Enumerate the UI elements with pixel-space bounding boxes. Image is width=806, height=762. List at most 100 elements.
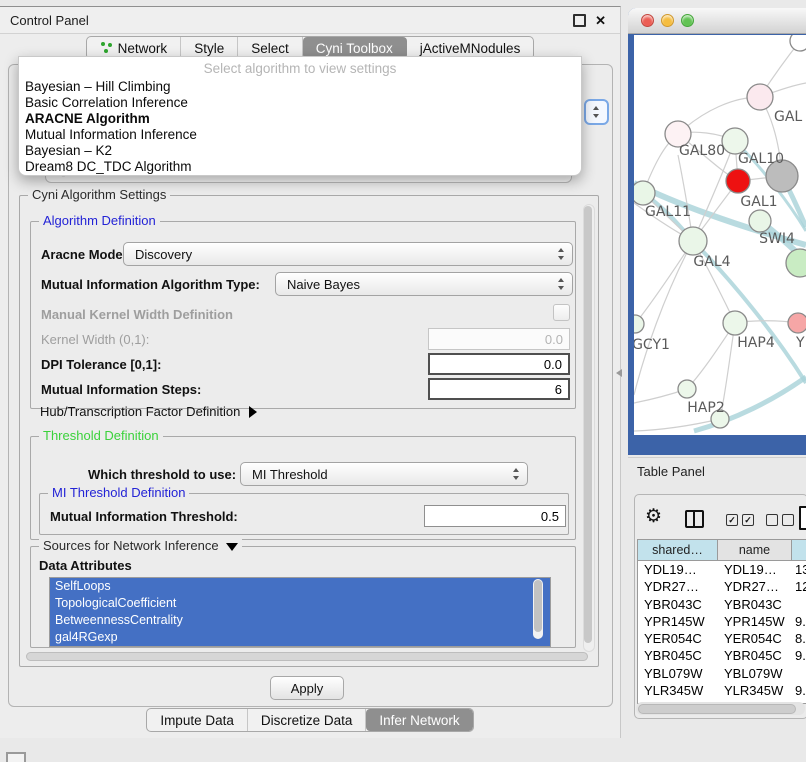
document-icon[interactable] <box>799 506 806 530</box>
minimize-traffic-light[interactable] <box>661 14 674 27</box>
column-header[interactable]: shared… <box>638 540 718 560</box>
algorithm-option-aracne-algorithm[interactable]: ARACNE Algorithm <box>19 111 581 127</box>
data-attributes-list[interactable]: SelfLoopsTopologicalCoefficientBetweenne… <box>49 577 551 647</box>
data-attribute-item[interactable]: SelfLoops <box>50 578 550 595</box>
table-row[interactable]: YDL19…YDL19…13 <box>638 561 806 578</box>
scrollbar-thumb[interactable] <box>638 704 796 714</box>
kernel-width-input[interactable] <box>428 328 570 350</box>
table-cell: YBR045C <box>718 647 792 664</box>
network-node-label: SWI4 <box>759 231 795 247</box>
dpi-tolerance-label: DPI Tolerance [0,1]: <box>41 358 161 371</box>
network-node[interactable] <box>788 313 806 333</box>
tab-label: Network <box>118 41 168 56</box>
data-attribute-item[interactable]: TopologicalCoefficient <box>50 595 550 612</box>
algorithm-option-mutual-information-inference[interactable]: Mutual Information Inference <box>19 127 581 143</box>
select-all-checkboxes-icon[interactable]: ✓ ✓ <box>726 514 754 526</box>
algorithm-option-dream8-dc-tdc-algorithm[interactable]: Dream8 DC_TDC Algorithm <box>19 159 581 175</box>
column-header[interactable]: name <box>718 540 792 560</box>
network-canvas[interactable]: GALGAL80GAL10GAL1GAL11SWI4GAL4GCY1HAP4YH… <box>634 35 806 435</box>
tab-infer-network[interactable]: Infer Network <box>366 709 472 731</box>
scrollbar-thumb[interactable] <box>584 206 592 643</box>
minimized-panel-icon[interactable] <box>6 752 26 762</box>
algorithm-option-basic-correlation-inference[interactable]: Basic Correlation Inference <box>19 95 581 111</box>
which-threshold-select[interactable]: MI Threshold <box>240 462 528 486</box>
network-view-window: GALGAL80GAL10GAL1GAL11SWI4GAL4GCY1HAP4YH… <box>628 8 806 455</box>
table-panel-title: Table Panel <box>628 464 705 479</box>
network-node-label: GAL11 <box>645 204 691 220</box>
table-cell: YER054C <box>638 630 718 647</box>
hub-definition-label: Hub/Transcription Factor Definition <box>40 404 240 419</box>
panel-title: Control Panel <box>0 13 89 28</box>
apply-button[interactable]: Apply <box>270 676 344 700</box>
network-node[interactable] <box>723 311 747 335</box>
gear-icon[interactable]: ⚙ <box>645 507 662 526</box>
sources-group: Sources for Network Inference Data Attri… <box>30 546 576 648</box>
network-node-label: HAP4 <box>737 335 775 351</box>
control-panel-window: Control Panel ✕ NetworkStyleSelectCyni T… <box>0 6 621 738</box>
settings-horizontal-scrollbar[interactable] <box>26 652 588 661</box>
spinner-arrows-icon <box>593 106 600 118</box>
table-row[interactable]: YPR145WYPR145W9. <box>638 613 806 630</box>
tab-discretize-data[interactable]: Discretize Data <box>248 709 367 731</box>
network-node[interactable] <box>726 169 750 193</box>
zoom-traffic-light[interactable] <box>681 14 694 27</box>
mi-steps-label: Mutual Information Steps: <box>41 383 201 396</box>
algorithm-option-bayesian-k2[interactable]: Bayesian – K2 <box>19 143 581 159</box>
network-node[interactable] <box>679 227 707 255</box>
threshold-definition-group: Threshold Definition Which threshold to … <box>30 436 576 540</box>
algorithm-option-bayesian-hill-climbing[interactable]: Bayesian – Hill Climbing <box>19 79 581 95</box>
manual-kernel-checkbox[interactable] <box>553 304 570 321</box>
spinner-arrows-icon <box>558 278 565 290</box>
network-node[interactable] <box>786 249 806 277</box>
network-node-label: GAL1 <box>740 194 777 210</box>
mi-threshold-group-title: MI Threshold Definition <box>48 485 189 500</box>
algorithm-combo-focus-sliver[interactable] <box>584 99 609 125</box>
network-titlebar[interactable] <box>628 8 806 34</box>
table-row[interactable]: YDR27…YDR27…12 <box>638 578 806 595</box>
network-graph: GALGAL80GAL10GAL1GAL11SWI4GAL4GCY1HAP4YH… <box>634 35 806 435</box>
close-icon[interactable]: ✕ <box>595 14 606 27</box>
expand-arrow-icon <box>249 406 257 418</box>
table-row[interactable]: YBR043CYBR043C <box>638 596 806 613</box>
network-node[interactable] <box>678 380 696 398</box>
table-row[interactable]: YBR045CYBR045C9. <box>638 647 806 664</box>
dpi-tolerance-input[interactable] <box>428 353 570 375</box>
network-node[interactable] <box>790 35 806 51</box>
network-node-label: GCY1 <box>634 337 670 353</box>
tab-label: Cyni Toolbox <box>316 41 393 56</box>
float-window-icon[interactable] <box>573 14 586 27</box>
panel-splitter-handle[interactable] <box>616 369 622 377</box>
aracne-mode-select[interactable]: Discovery <box>123 242 573 266</box>
data-attribute-item[interactable]: BetweennessCentrality <box>50 612 550 629</box>
control-panel-titlebar[interactable]: Control Panel ✕ <box>0 7 620 34</box>
columns-icon[interactable] <box>685 510 704 528</box>
attributes-list-scrollbar[interactable] <box>533 579 543 639</box>
network-node[interactable] <box>634 315 644 333</box>
data-attributes-heading: Data Attributes <box>39 559 132 572</box>
table-row[interactable]: YER054CYER054C8. <box>638 630 806 647</box>
data-attribute-item[interactable]: gal4RGexp <box>50 629 550 646</box>
spinner-arrows-icon <box>513 468 520 480</box>
settings-vertical-scrollbar[interactable] <box>583 204 595 652</box>
deselect-all-checkboxes-icon[interactable] <box>766 514 794 526</box>
sources-title-text: Sources for Network Inference <box>43 538 219 553</box>
unchecked-box-icon <box>766 514 778 526</box>
scrollbar-thumb[interactable] <box>534 580 542 632</box>
table-row[interactable]: YBL079WYBL079W <box>638 665 806 682</box>
mi-steps-input[interactable] <box>428 378 570 400</box>
mi-threshold-group: MI Threshold Definition Mutual Informati… <box>39 493 569 535</box>
table-horizontal-scrollbar[interactable] <box>636 702 805 715</box>
table-cell: 8. <box>792 630 806 647</box>
tab-label: Impute Data <box>160 713 234 728</box>
hub-definition-expander[interactable]: Hub/Transcription Factor Definition <box>40 404 257 419</box>
tab-label: Style <box>194 41 224 56</box>
network-node[interactable] <box>749 210 771 232</box>
mi-threshold-input[interactable] <box>424 505 566 527</box>
column-header[interactable] <box>792 540 806 560</box>
mi-algorithm-type-select[interactable]: Naive Bayes <box>275 272 573 296</box>
close-traffic-light[interactable] <box>641 14 654 27</box>
network-node[interactable] <box>747 84 773 110</box>
network-node[interactable] <box>634 181 655 205</box>
table-row[interactable]: YLR345WYLR345W9. <box>638 682 806 699</box>
tab-impute-data[interactable]: Impute Data <box>147 709 248 731</box>
